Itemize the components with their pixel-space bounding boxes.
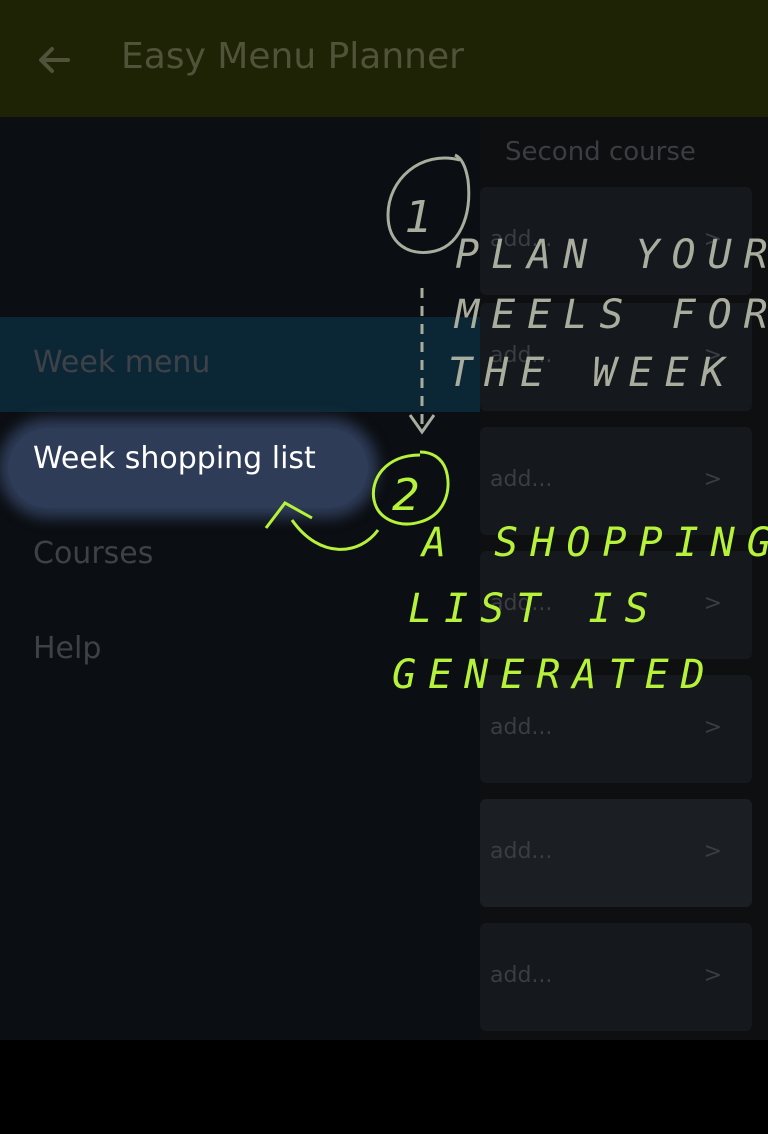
chevron-right-icon: > — [703, 963, 722, 988]
back-arrow-icon[interactable] — [34, 40, 74, 80]
course-heading: Second course — [505, 137, 696, 167]
drawer-item-label: Help — [33, 631, 102, 666]
annotation-step1-line1: PLAN YOUR — [455, 232, 768, 278]
add-placeholder: add... — [490, 963, 553, 988]
chevron-right-icon: > — [703, 715, 722, 740]
course-row[interactable]: add... > — [480, 427, 752, 535]
drawer-item-label: Courses — [33, 536, 154, 571]
app-title: Easy Menu Planner — [121, 36, 464, 77]
drawer-item-week-menu[interactable]: Week menu — [0, 317, 480, 412]
chevron-right-icon: > — [703, 839, 722, 864]
screen-bottom — [0, 1040, 768, 1134]
chevron-right-icon: > — [703, 591, 722, 616]
course-row[interactable]: add... > — [480, 923, 752, 1031]
add-placeholder: add... — [490, 715, 553, 740]
annotation-step2-line3: GENERATED — [392, 652, 717, 698]
annotation-step1-line3: THE WEEK — [448, 350, 737, 396]
drawer-item-week-shopping-list[interactable]: Week shopping list — [0, 413, 480, 508]
annotation-step2-line2: LIST IS — [408, 586, 661, 632]
drawer-item-label: Week menu — [33, 345, 211, 380]
annotation-step1-line2: MEELS FOR — [455, 292, 768, 338]
drawer-item-label: Week shopping list — [33, 441, 316, 476]
add-placeholder: add... — [490, 839, 553, 864]
annotation-step2-line1: A SHOPPING — [422, 520, 768, 566]
course-row[interactable]: add... > — [480, 799, 752, 907]
chevron-right-icon: > — [703, 467, 722, 492]
app-bar: Easy Menu Planner — [0, 0, 768, 117]
add-placeholder: add... — [490, 467, 553, 492]
